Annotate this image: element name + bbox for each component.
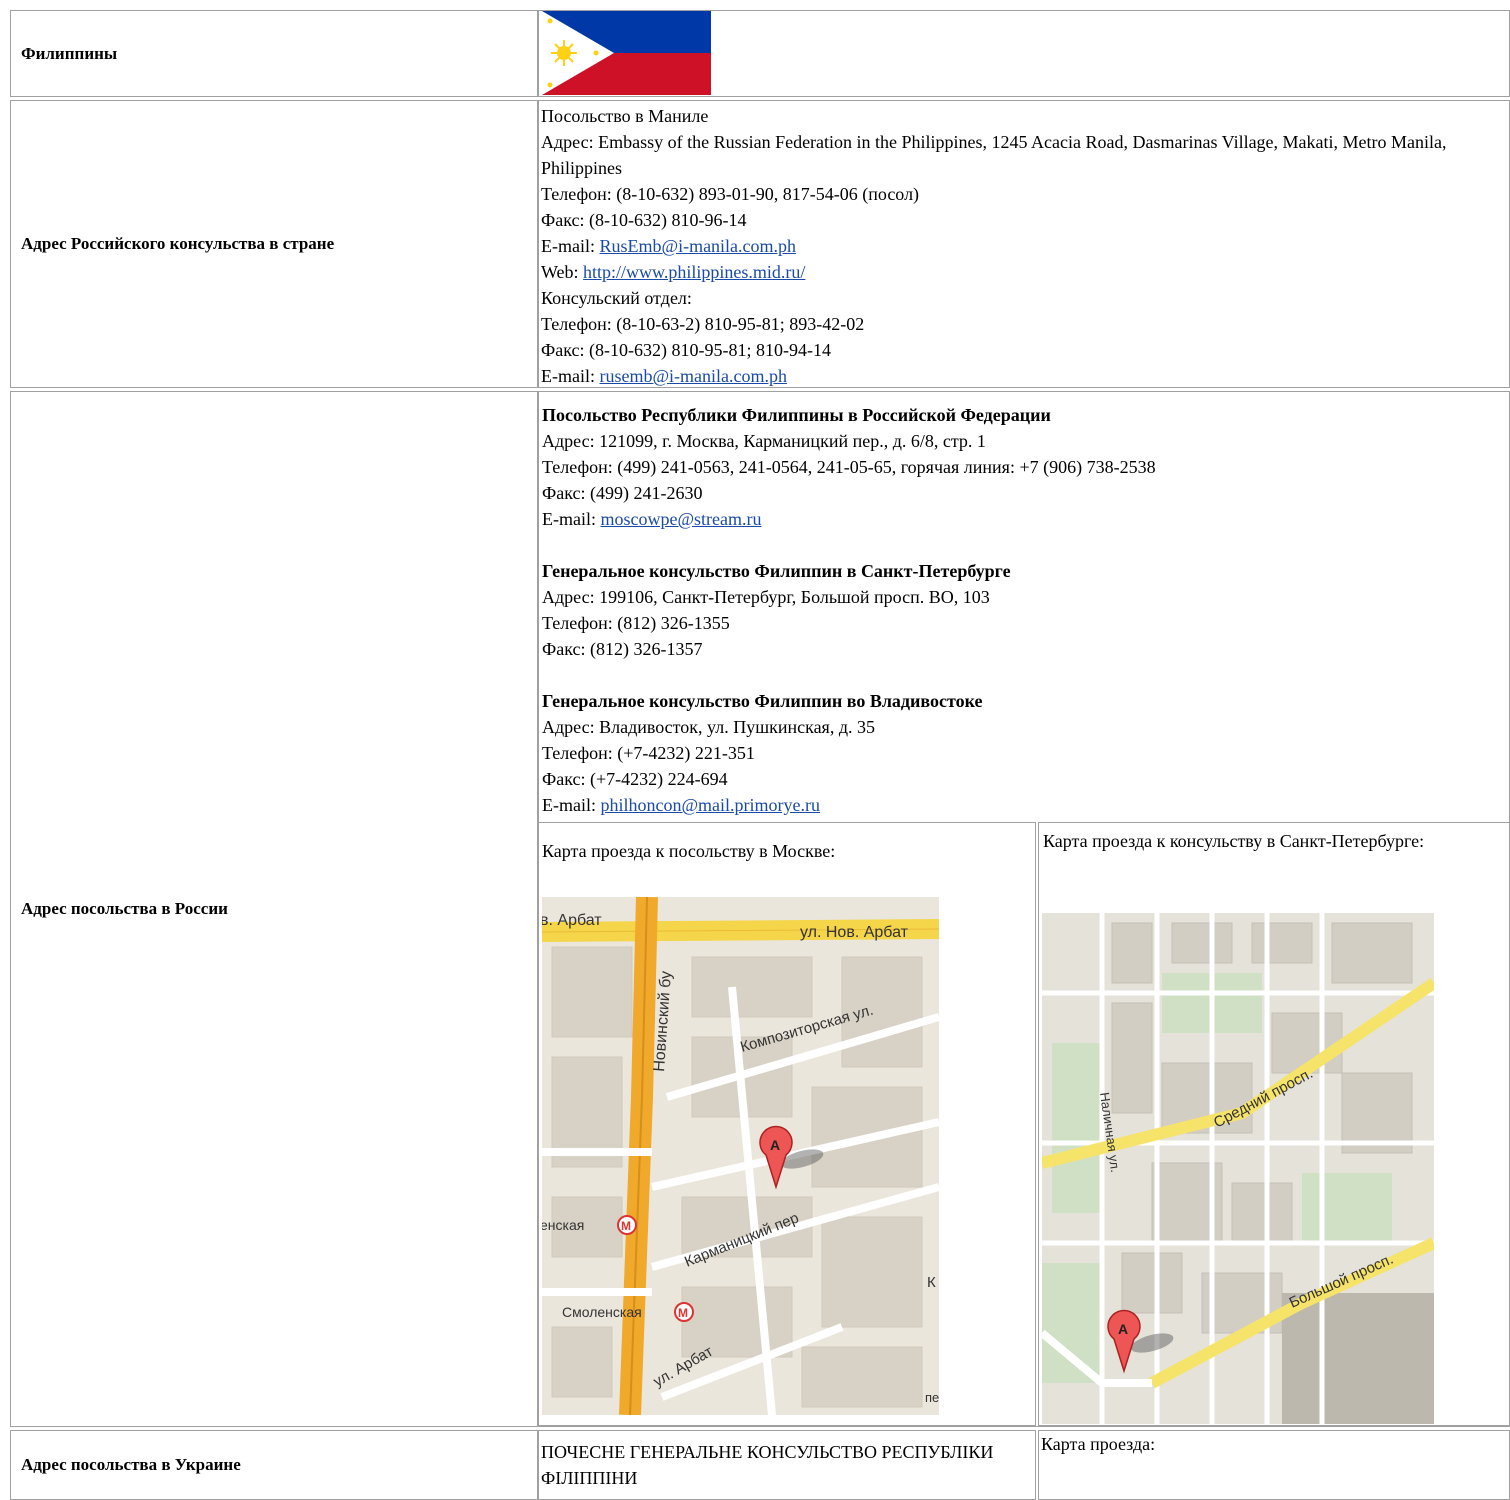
moscow-email-link[interactable]: moscowpe@stream.ru <box>600 509 761 529</box>
consulate-line: Адрес: Embassy of the Russian Federation… <box>541 132 1447 178</box>
russian-consulate-info: Посольство в Маниле Адрес: Embassy of th… <box>538 100 1510 388</box>
embassy-russia-label-cell: Адрес посольства в России <box>10 391 538 1427</box>
country-name: Филиппины <box>21 43 118 63</box>
embassy-russia-info: Посольство Республики Филиппины в Россий… <box>540 400 1507 818</box>
svg-text:A: A <box>770 1137 780 1153</box>
consulate-line: Телефон: (8-10-632) 893-01-90, 817-54-06… <box>541 184 920 204</box>
consulate-line: Факс: (8-10-632) 810-96-14 <box>541 210 747 230</box>
consulate-web-row: Web: http://www.philippines.mid.ru/ <box>541 259 1509 285</box>
map-street-label: ул. Нов. Арбат <box>800 924 909 941</box>
consular-line: Факс: (8-10-632) 810-95-81; 810-94-14 <box>541 340 831 360</box>
moscow-map[interactable]: в. Арбат ул. Нов. Арбат Новинский бу Ком… <box>542 897 939 1415</box>
email-prefix: E-mail: <box>541 366 600 386</box>
vladivostok-fax: Факс: (+7-4232) 224-694 <box>542 769 728 789</box>
consular-line: Консульский отдел: <box>541 288 692 308</box>
spb-map-caption: Карта проезда к консульству в Санкт-Пете… <box>1043 831 1425 851</box>
vladivostok-email-link[interactable]: philhoncon@mail.primorye.ru <box>600 795 820 815</box>
moscow-title: Посольство Республики Филиппины в Россий… <box>542 405 1051 425</box>
svg-text:М: М <box>678 1306 688 1320</box>
consulate-email-row: E-mail: RusEmb@i-manila.com.ph <box>541 233 1509 259</box>
map-street-label: в. Арбат <box>542 912 602 929</box>
embassy-russia-label: Адрес посольства в России <box>21 899 228 918</box>
vladivostok-address: Адрес: Владивосток, ул. Пушкинская, д. 3… <box>542 717 875 737</box>
email-prefix: E-mail: <box>542 509 601 529</box>
moscow-phone: Телефон: (499) 241-0563, 241-0564, 241-0… <box>542 457 1156 477</box>
moscow-address: Адрес: 121099, г. Москва, Карманицкий пе… <box>542 431 986 451</box>
spb-fax: Факс: (812) 326-1357 <box>542 639 703 659</box>
spb-address: Адрес: 199106, Санкт-Петербург, Большой … <box>542 587 990 607</box>
consulate-web-link[interactable]: http://www.philippines.mid.ru/ <box>583 262 805 282</box>
web-prefix: Web: <box>541 262 584 282</box>
ukraine-map-caption: Карта проезда: <box>1041 1434 1156 1454</box>
svg-text:М: М <box>621 1219 631 1233</box>
map-street-label: Смоленская <box>562 1304 642 1320</box>
spb-map[interactable]: Средний просп. Большой просп. Наличная у… <box>1042 913 1434 1424</box>
russian-consulate-label: Адрес Российского консульства в стране <box>21 234 335 253</box>
moscow-map-caption: Карта проезда к посольству в Москве: <box>542 841 836 861</box>
email-prefix: E-mail: <box>542 795 601 815</box>
moscow-fax: Факс: (499) 241-2630 <box>542 483 703 503</box>
moscow-email-row: E-mail: moscowpe@stream.ru <box>542 506 1507 532</box>
vladivostok-phone: Телефон: (+7-4232) 221-351 <box>542 743 755 763</box>
map-street-label: пе <box>925 1390 939 1405</box>
vladivostok-email-row: E-mail: philhoncon@mail.primorye.ru <box>542 792 1507 818</box>
consulate-email-link[interactable]: RusEmb@i-manila.com.ph <box>599 236 796 256</box>
spb-phone: Телефон: (812) 326-1355 <box>542 613 730 633</box>
svg-text:A: A <box>1118 1321 1128 1337</box>
email-prefix: E-mail: <box>541 236 600 256</box>
country-label-cell: Филиппины <box>10 10 538 97</box>
consular-email-link[interactable]: rusemb@i-manila.com.ph <box>599 366 787 386</box>
map-street-label: енская <box>542 1217 584 1233</box>
embassy-ukraine-label: Адрес посольства в Украине <box>21 1455 241 1474</box>
philippines-flag-icon <box>542 11 711 95</box>
vladivostok-title: Генеральное консульство Филиппин во Влад… <box>542 691 983 711</box>
map-street-label: К <box>927 1274 936 1291</box>
ukraine-consulate-text: ПОЧЕСНЕ ГЕНЕРАЛЬНЕ КОНСУЛЬСТВО РЕСПУБЛІК… <box>541 1442 994 1488</box>
spb-title: Генеральное консульство Филиппин в Санкт… <box>542 561 1011 581</box>
consular-line: Телефон: (8-10-63-2) 810-95-81; 893-42-0… <box>541 314 865 334</box>
consular-email-row: E-mail: rusemb@i-manila.com.ph <box>541 363 1509 389</box>
russian-consulate-label-cell: Адрес Российского консульства в стране <box>10 100 538 388</box>
consulate-line: Посольство в Маниле <box>541 106 709 126</box>
